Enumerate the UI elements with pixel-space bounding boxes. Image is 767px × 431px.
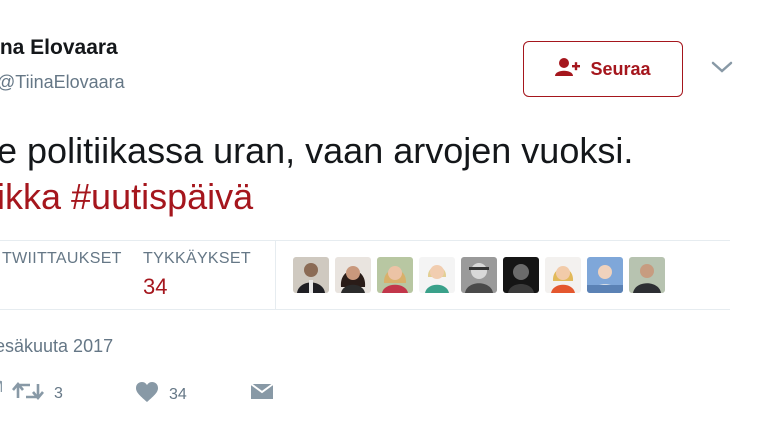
author-handle[interactable]: @TiinaElovaara [0, 72, 125, 93]
retweet-button[interactable]: 3 [12, 380, 63, 407]
avatar[interactable] [293, 257, 329, 293]
avatar[interactable] [629, 257, 665, 293]
stats-bottom-divider [0, 309, 730, 310]
stats-top-divider [0, 240, 730, 241]
tweet-date[interactable]: esäkuuta 2017 [0, 336, 113, 357]
likes-stat-value[interactable]: 34 [143, 274, 167, 300]
tweet-text: e politiikassa uran, vaan arvojen vuoksi… [0, 128, 633, 220]
tweet-hashtags[interactable]: ikka #uutispäivä [0, 174, 633, 220]
liked-by-avatars [293, 257, 665, 293]
reply-icon [0, 378, 4, 403]
retweets-stat-label[interactable]: TWIITTAUKSET [2, 250, 122, 268]
heart-icon [135, 381, 159, 408]
likes-stat-label[interactable]: TYKKÄYKSET [143, 250, 251, 268]
add-user-icon [555, 57, 581, 82]
more-options-chevron-icon[interactable] [708, 56, 736, 78]
avatar[interactable] [419, 257, 455, 293]
reply-button[interactable] [0, 378, 4, 403]
avatar[interactable] [503, 257, 539, 293]
avatar[interactable] [461, 257, 497, 293]
follow-button[interactable]: Seuraa [523, 41, 683, 97]
retweet-count: 3 [54, 384, 63, 402]
author-display-name[interactable]: ina Elovaara [0, 36, 118, 60]
tweet-text-line-1: e politiikassa uran, vaan arvojen vuoksi… [0, 130, 634, 171]
author-handle-text: TiinaElovaara [15, 72, 125, 92]
retweet-icon [12, 380, 44, 407]
avatar[interactable] [545, 257, 581, 293]
stats-vertical-divider [275, 241, 276, 309]
avatar[interactable] [377, 257, 413, 293]
follow-button-label: Seuraa [590, 58, 651, 79]
envelope-icon [250, 381, 274, 406]
direct-message-button[interactable] [250, 381, 274, 406]
avatar[interactable] [335, 257, 371, 293]
avatar[interactable] [587, 257, 623, 293]
like-count: 34 [169, 385, 187, 403]
like-button[interactable]: 34 [135, 381, 187, 408]
